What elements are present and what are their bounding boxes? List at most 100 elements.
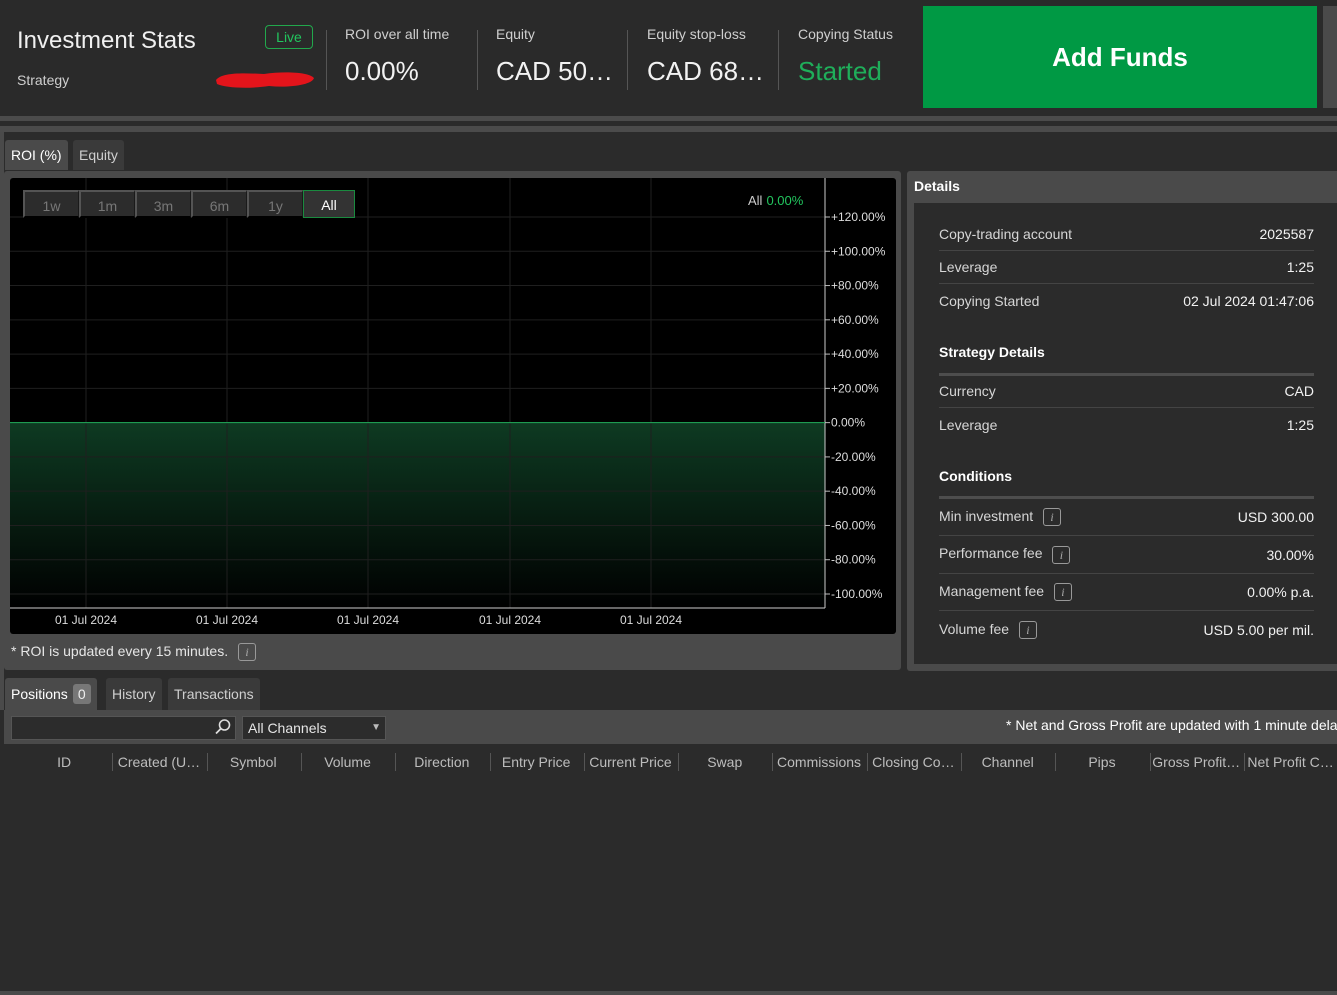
add-funds-button[interactable]: Add Funds [923, 6, 1317, 108]
condition-key: Min investment i [939, 507, 1062, 527]
stat-label: Equity stop-loss [647, 26, 746, 42]
tab-transactions[interactable]: Transactions [168, 678, 260, 710]
x-tick-label: 01 Jul 2024 [55, 613, 117, 627]
chart-summary-value: 0.00% [766, 193, 804, 208]
tab-roi[interactable]: ROI (%) [5, 140, 68, 170]
x-tick-label: 01 Jul 2024 [620, 613, 682, 627]
x-tick-label: 01 Jul 2024 [337, 613, 399, 627]
chart-summary: All 0.00% [748, 193, 803, 208]
divider [778, 30, 779, 90]
y-tick-label: -100.00% [831, 587, 883, 601]
column-header[interactable]: Symbol [206, 753, 299, 771]
condition-label: Volume fee [939, 620, 1010, 637]
y-tick-label: +60.00% [831, 313, 879, 327]
condition-value: 30.00% [1266, 546, 1314, 563]
column-header[interactable]: Direction [395, 753, 487, 771]
chart-summary-label: All [748, 193, 763, 208]
range-1y-button[interactable]: 1y [247, 190, 303, 218]
range-1w-button[interactable]: 1w [23, 190, 79, 218]
column-header[interactable]: Current Price [583, 753, 676, 771]
y-tick-label: +40.00% [831, 347, 879, 361]
range-all-button[interactable]: All [303, 190, 355, 218]
stat-value: CAD 50… [496, 56, 614, 86]
column-header[interactable]: Entry Price [489, 753, 582, 771]
y-tick-label: +100.00% [831, 244, 886, 258]
condition-label: Performance fee [939, 545, 1043, 562]
redacted-strategy-name [216, 72, 314, 88]
tab-history[interactable]: History [106, 678, 162, 710]
column-header[interactable]: Created (U… [112, 753, 204, 771]
status-value: Started [798, 56, 882, 86]
condition-label: Management fee [939, 582, 1045, 599]
column-header[interactable]: Net Profit C… [1243, 753, 1336, 771]
y-tick-label: -80.00% [831, 553, 876, 567]
y-tick-label: 0.00% [831, 416, 865, 430]
roi-chart: +120.00% +100.00% +80.00% +60.00% +40.00% +20… [10, 178, 896, 634]
chart-area-fill [10, 422, 825, 608]
x-tick-label: 01 Jul 2024 [479, 613, 541, 627]
detail-row: Copying Started 02 Jul 2024 01:47:06 [939, 284, 1314, 317]
tab-positions-label: Positions [11, 686, 68, 702]
x-tick-label: 01 Jul 2024 [196, 613, 258, 627]
stat-equity-stop-loss: Equity stop-loss CAD 68… [647, 26, 769, 92]
info-icon[interactable]: i [1043, 508, 1062, 527]
column-header[interactable]: ID [18, 753, 110, 771]
y-tick-label: -60.00% [831, 518, 876, 532]
page-title: Investment Stats [17, 27, 196, 54]
channel-dropdown-value: All Channels [248, 720, 327, 736]
y-tick-label: -40.00% [831, 484, 876, 498]
column-header[interactable]: Pips [1055, 753, 1147, 771]
range-3m-button[interactable]: 3m [135, 190, 191, 218]
detail-value: 1:25 [1286, 259, 1314, 275]
stat-label: ROI over all time [345, 26, 450, 42]
y-tick-label: +80.00% [831, 279, 879, 293]
profit-delay-note: * Net and Gross Profit are updated with … [1006, 717, 1337, 733]
detail-key: Copy-trading account [939, 226, 1073, 242]
condition-row: Performance fee i 30.00% [939, 536, 1314, 574]
detail-value: 02 Jul 2024 01:47:06 [1183, 292, 1314, 309]
column-header[interactable]: Channel [961, 753, 1053, 771]
divider [326, 30, 327, 90]
condition-label: Min investment [939, 507, 1034, 524]
y-tick-label: +20.00% [831, 381, 879, 395]
detail-row: Currency CAD [939, 375, 1314, 408]
roi-chart-svg: +120.00% +100.00% +80.00% +60.00% +40.00% +20… [10, 178, 886, 627]
stat-equity: Equity CAD 50… [496, 26, 616, 92]
chevron-down-icon: ▼ [371, 722, 381, 733]
column-header[interactable]: Gross Profit… [1149, 753, 1242, 771]
stat-value: CAD 68… [647, 56, 765, 86]
separator [0, 126, 1337, 132]
search-icon[interactable] [214, 718, 232, 736]
roi-update-note: * ROI is updated every 15 minutes. i [11, 643, 256, 662]
detail-key: Leverage [939, 259, 998, 275]
info-icon[interactable]: i [1052, 545, 1071, 564]
range-6m-button[interactable]: 6m [191, 190, 247, 218]
stat-label: Equity [496, 26, 535, 42]
live-badge: Live [265, 25, 313, 49]
column-header[interactable]: Volume [300, 753, 393, 771]
stat-copying-status: Copying Status Started [798, 26, 908, 92]
range-1m-button[interactable]: 1m [79, 190, 135, 218]
condition-row: Min investment i USD 300.00 [939, 499, 1314, 536]
channel-dropdown[interactable]: All Channels ▼ [242, 716, 386, 740]
panel-edge [1323, 6, 1337, 108]
positions-count-badge: 0 [72, 684, 91, 704]
info-icon[interactable]: i [238, 643, 256, 662]
condition-value: 0.00% p.a. [1247, 584, 1314, 600]
detail-key: Copying Started [939, 292, 1040, 309]
strategy-details-heading: Strategy Details [939, 344, 1045, 360]
column-header[interactable]: Closing Co… [866, 753, 959, 771]
info-icon[interactable]: i [1053, 583, 1072, 602]
condition-key: Management fee i [939, 582, 1072, 602]
column-header[interactable]: Commissions [772, 753, 864, 771]
conditions-heading: Conditions [939, 468, 1013, 484]
tab-positions[interactable]: Positions 0 [5, 678, 97, 710]
condition-value: USD 300.00 [1237, 509, 1314, 525]
search-input[interactable] [11, 716, 236, 740]
tab-equity[interactable]: Equity [73, 140, 124, 170]
info-icon[interactable]: i [1018, 621, 1037, 640]
details-heading: Details [914, 178, 960, 194]
column-header[interactable]: Swap [678, 753, 770, 771]
positions-table-body [10, 777, 1337, 991]
range-selector: 1w 1m 3m 6m 1y All [23, 190, 355, 218]
